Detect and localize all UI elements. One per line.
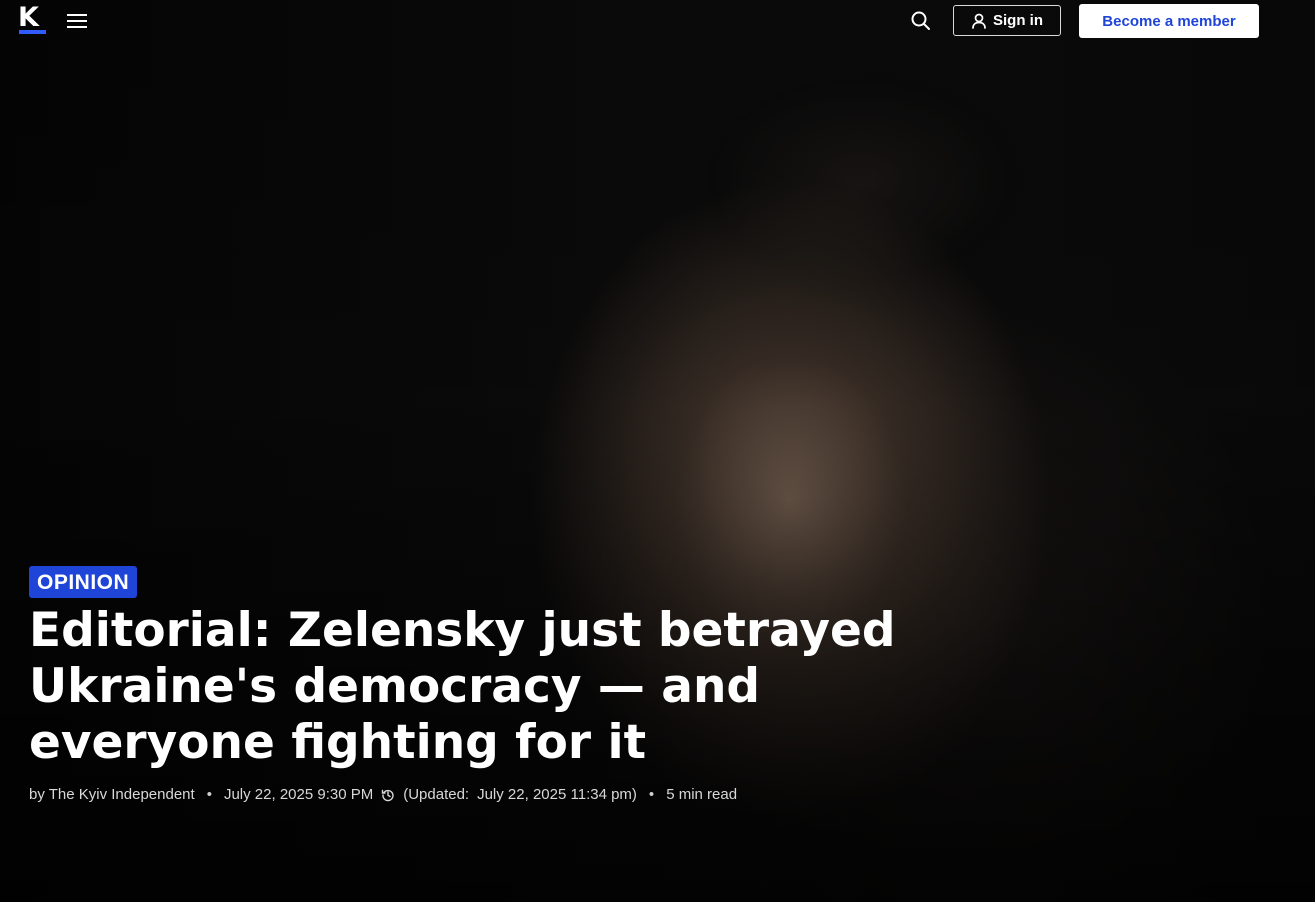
meta-separator: •: [648, 786, 655, 803]
article-header: OPINION Editorial: Zelensky just betraye…: [29, 566, 979, 803]
published-date: July 22, 2025 9:30 PM: [223, 786, 374, 803]
meta-separator: •: [206, 786, 212, 803]
sign-in-button[interactable]: Sign in: [953, 5, 1061, 36]
article-page: K Sign in Become a member OPINION Editor…: [0, 0, 1315, 902]
user-icon: [972, 13, 986, 29]
logo-letter: K: [18, 2, 39, 33]
article-title: Editorial: Zelensky just betrayed Ukrain…: [29, 603, 896, 770]
search-button[interactable]: [910, 10, 932, 32]
site-logo[interactable]: K: [18, 4, 48, 34]
article-meta: by The Kyiv Independent • July 22, 2025 …: [29, 786, 979, 803]
logo-underline: [19, 30, 46, 34]
history-icon: [381, 788, 395, 802]
search-icon: [911, 11, 930, 30]
menu-icon: [67, 14, 87, 16]
category-badge[interactable]: OPINION: [29, 566, 138, 598]
updated-date: July 22, 2025 11:34 pm): [477, 786, 637, 803]
updated-prefix: (Updated:: [403, 786, 470, 803]
menu-button[interactable]: [66, 12, 88, 30]
read-time: 5 min read: [666, 786, 738, 803]
become-member-button[interactable]: Become a member: [1079, 4, 1259, 38]
site-header: K Sign in Become a member: [0, 0, 1315, 44]
byline[interactable]: by The Kyiv Independent: [29, 786, 195, 803]
sign-in-label: Sign in: [993, 12, 1043, 29]
